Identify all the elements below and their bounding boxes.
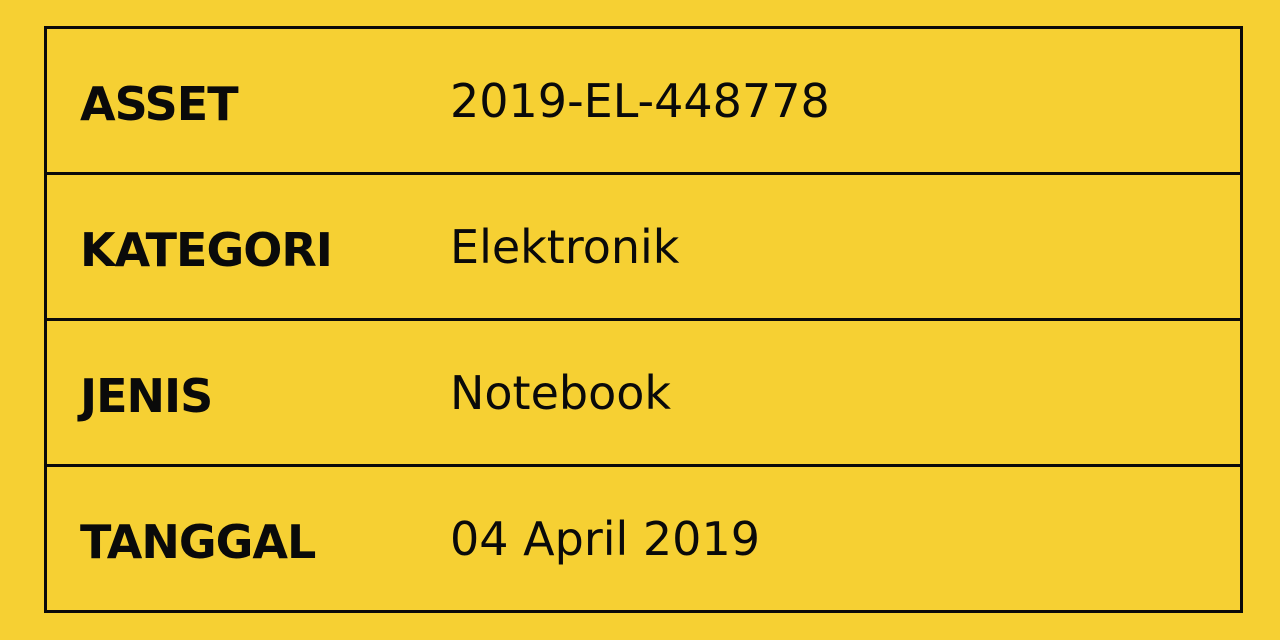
table-row-asset: ASSET 2019-EL-448778 — [47, 29, 1240, 175]
jenis-value: Notebook — [450, 365, 672, 420]
kategori-value: Elektronik — [450, 219, 680, 274]
tanggal-value: 04 April 2019 — [450, 511, 760, 566]
table-row-jenis: JENIS Notebook — [47, 321, 1240, 467]
asset-label: ASSET — [80, 76, 239, 131]
table-row-kategori: KATEGORI Elektronik — [47, 175, 1240, 321]
asset-value: 2019-EL-448778 — [450, 73, 830, 128]
jenis-label: JENIS — [80, 368, 213, 423]
tanggal-label: TANGGAL — [80, 514, 316, 569]
table-row-tanggal: TANGGAL 04 April 2019 — [47, 467, 1240, 610]
kategori-label: KATEGORI — [80, 222, 333, 277]
asset-info-table: ASSET 2019-EL-448778 KATEGORI Elektronik… — [44, 26, 1243, 613]
